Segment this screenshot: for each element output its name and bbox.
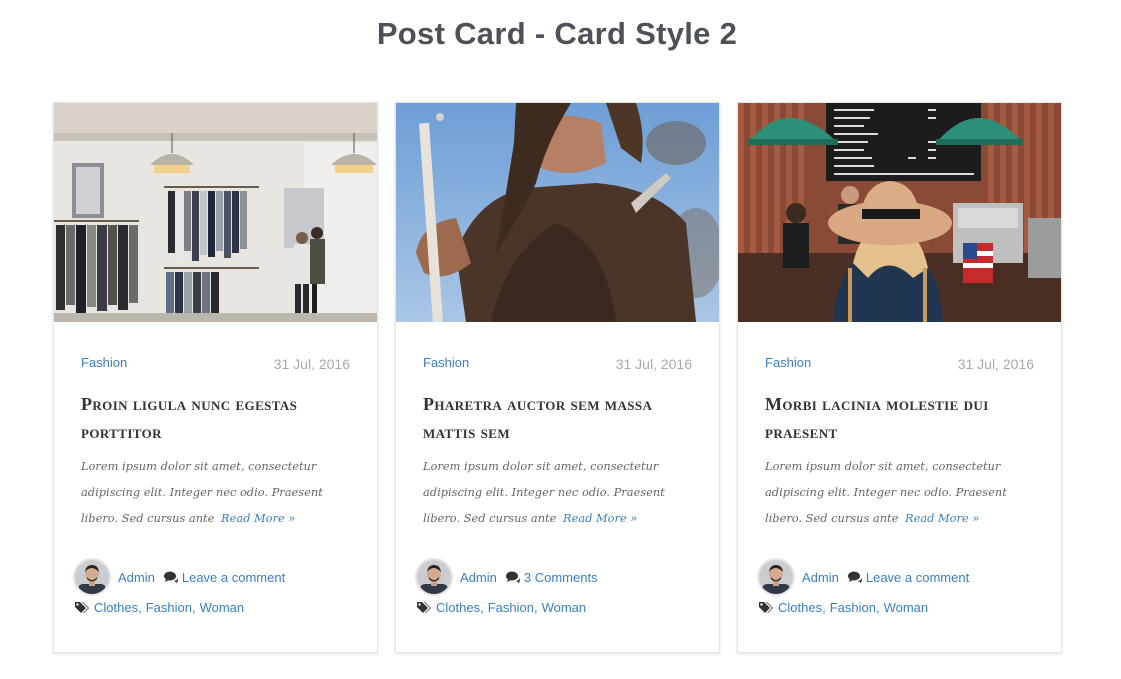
post-card: Fashion 31 Jul, 2016 Proin ligula nunc e… [53,102,378,653]
tags-icon [417,602,431,613]
comments-icon [163,571,178,583]
post-date: 31 Jul, 2016 [615,356,692,372]
category-link[interactable]: Fashion [81,355,127,370]
comments-link[interactable]: 3 Comments [524,570,598,585]
post-title[interactable]: Morbi lacinia molestie dui praesent [765,390,1045,446]
tag-link[interactable]: Fashion [146,600,192,615]
avatar[interactable] [757,558,795,596]
author-link[interactable]: Admin [118,570,155,585]
tags-icon [75,602,89,613]
tag-link[interactable]: Woman [542,600,587,615]
post-image[interactable] [54,103,377,322]
tag-separator: , [533,600,538,615]
post-meta: Admin Leave a comment [757,558,969,596]
post-excerpt: Lorem ipsum dolor sit amet, consectetur … [423,453,698,531]
post-tags: Clothes, Fashion, Woman [759,600,928,615]
page-title: Post Card - Card Style 2 [376,16,738,51]
post-tags: Clothes, Fashion, Woman [417,600,586,615]
avatar[interactable] [73,558,111,596]
tag-separator: , [875,600,880,615]
woman-outdoors-photo-icon [396,103,719,322]
author-avatar-icon [417,560,451,594]
author-avatar-icon [759,560,793,594]
author-avatar-icon [75,560,109,594]
tag-link[interactable]: Fashion [830,600,876,615]
post-excerpt: Lorem ipsum dolor sit amet, consectetur … [81,453,356,531]
post-excerpt: Lorem ipsum dolor sit amet, consectetur … [765,453,1040,531]
read-more-link[interactable]: Read More » [221,511,295,525]
tag-link[interactable]: Clothes [94,600,138,615]
post-date: 31 Jul, 2016 [957,356,1034,372]
tag-link[interactable]: Woman [200,600,245,615]
post-title[interactable]: Proin ligula nunc egestas porttitor [81,390,361,446]
post-image[interactable] [738,103,1061,322]
tag-link[interactable]: Woman [884,600,929,615]
tag-link[interactable]: Clothes [436,600,480,615]
coffee-shop-photo-icon [738,103,1061,322]
read-more-link[interactable]: Read More » [905,511,979,525]
tag-link[interactable]: Fashion [488,600,534,615]
tags-icon [759,602,773,613]
post-tags: Clothes, Fashion, Woman [75,600,244,615]
avatar[interactable] [415,558,453,596]
category-link[interactable]: Fashion [423,355,469,370]
tag-separator: , [191,600,196,615]
post-meta: Admin Leave a comment [73,558,285,596]
comments-icon [505,571,520,583]
post-image[interactable] [396,103,719,322]
category-link[interactable]: Fashion [765,355,811,370]
clothing-store-photo-icon [54,103,377,322]
comments-icon [847,571,862,583]
post-date: 31 Jul, 2016 [273,356,350,372]
author-link[interactable]: Admin [802,570,839,585]
comments-link[interactable]: Leave a comment [866,570,969,585]
post-title[interactable]: Pharetra auctor sem massa mattis sem [423,390,703,446]
author-link[interactable]: Admin [460,570,497,585]
tag-link[interactable]: Clothes [778,600,822,615]
post-card: Fashion 31 Jul, 2016 Pharetra auctor sem… [395,102,720,653]
comments-link[interactable]: Leave a comment [182,570,285,585]
tag-separator: , [822,600,826,615]
tag-separator: , [138,600,142,615]
post-card: Fashion 31 Jul, 2016 Morbi lacinia moles… [737,102,1062,653]
tag-separator: , [480,600,484,615]
post-meta: Admin 3 Comments [415,558,598,596]
read-more-link[interactable]: Read More » [563,511,637,525]
